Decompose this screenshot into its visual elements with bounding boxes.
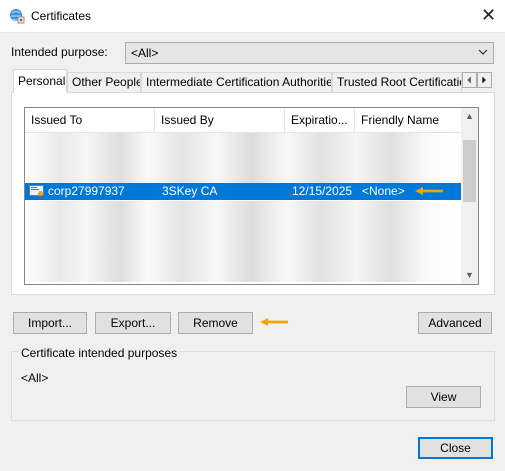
intended-purposes-value: <All> <box>21 371 49 385</box>
triangle-right-icon <box>482 76 486 84</box>
tab-scroll-right-button[interactable] <box>477 72 492 88</box>
close-window-icon[interactable]: ✕ <box>472 0 505 32</box>
cell-issued-by: 3SKey CA <box>162 184 218 198</box>
list-item-redacted <box>25 133 461 185</box>
column-header-expiration[interactable]: Expiratio... <box>285 108 355 132</box>
import-button[interactable]: Import... <box>13 312 87 334</box>
view-button[interactable]: View <box>406 386 481 408</box>
scroll-thumb[interactable] <box>463 140 476 202</box>
intended-purposes-title: Certificate intended purposes <box>19 346 180 360</box>
remove-button[interactable]: Remove <box>178 312 253 334</box>
list-item-redacted <box>25 201 461 282</box>
certificates-app-icon <box>10 9 25 24</box>
certificate-list[interactable]: Issued To Issued By Expiratio... Friendl… <box>24 107 479 285</box>
tab-personal[interactable]: Personal <box>13 69 67 93</box>
intended-purpose-dropdown[interactable]: <All> <box>125 42 494 64</box>
list-item-selected[interactable]: corp27997937 3SKey CA 12/15/2025 <None> <box>25 183 461 200</box>
scroll-down-icon[interactable]: ▼ <box>461 267 478 284</box>
column-header-friendly-name[interactable]: Friendly Name <box>355 108 461 132</box>
intended-purpose-value: <All> <box>131 46 159 60</box>
tab-trusted-root-certification[interactable]: Trusted Root Certification <box>332 72 462 92</box>
scroll-up-icon[interactable]: ▲ <box>461 108 478 125</box>
cell-friendly-name: <None> <box>362 184 405 198</box>
triangle-left-icon <box>467 76 471 84</box>
tab-other-people[interactable]: Other People <box>67 72 141 92</box>
tab-scroll-left-button[interactable] <box>462 72 477 88</box>
title-bar: Certificates ✕ <box>0 0 505 33</box>
column-header-issued-by[interactable]: Issued By <box>155 108 285 132</box>
intended-purpose-label: Intended purpose: <box>11 45 108 59</box>
certificate-icon <box>29 185 44 199</box>
column-header-issued-to[interactable]: Issued To <box>25 108 155 132</box>
close-button[interactable]: Close <box>418 437 493 459</box>
window-title: Certificates <box>31 9 92 23</box>
cell-issued-to: corp27997937 <box>48 184 125 198</box>
advanced-button[interactable]: Advanced <box>418 312 492 334</box>
arrow-left-icon <box>415 187 443 195</box>
chevron-down-icon <box>478 49 488 55</box>
list-scrollbar[interactable]: ▲ ▼ <box>461 108 478 284</box>
list-header: Issued To Issued By Expiratio... Friendl… <box>25 108 461 133</box>
export-button[interactable]: Export... <box>95 312 171 334</box>
tab-intermediate-certification-authorities[interactable]: Intermediate Certification Authorities <box>141 72 332 92</box>
arrow-left-icon <box>260 318 288 326</box>
cell-expiration: 12/15/2025 <box>292 184 353 198</box>
